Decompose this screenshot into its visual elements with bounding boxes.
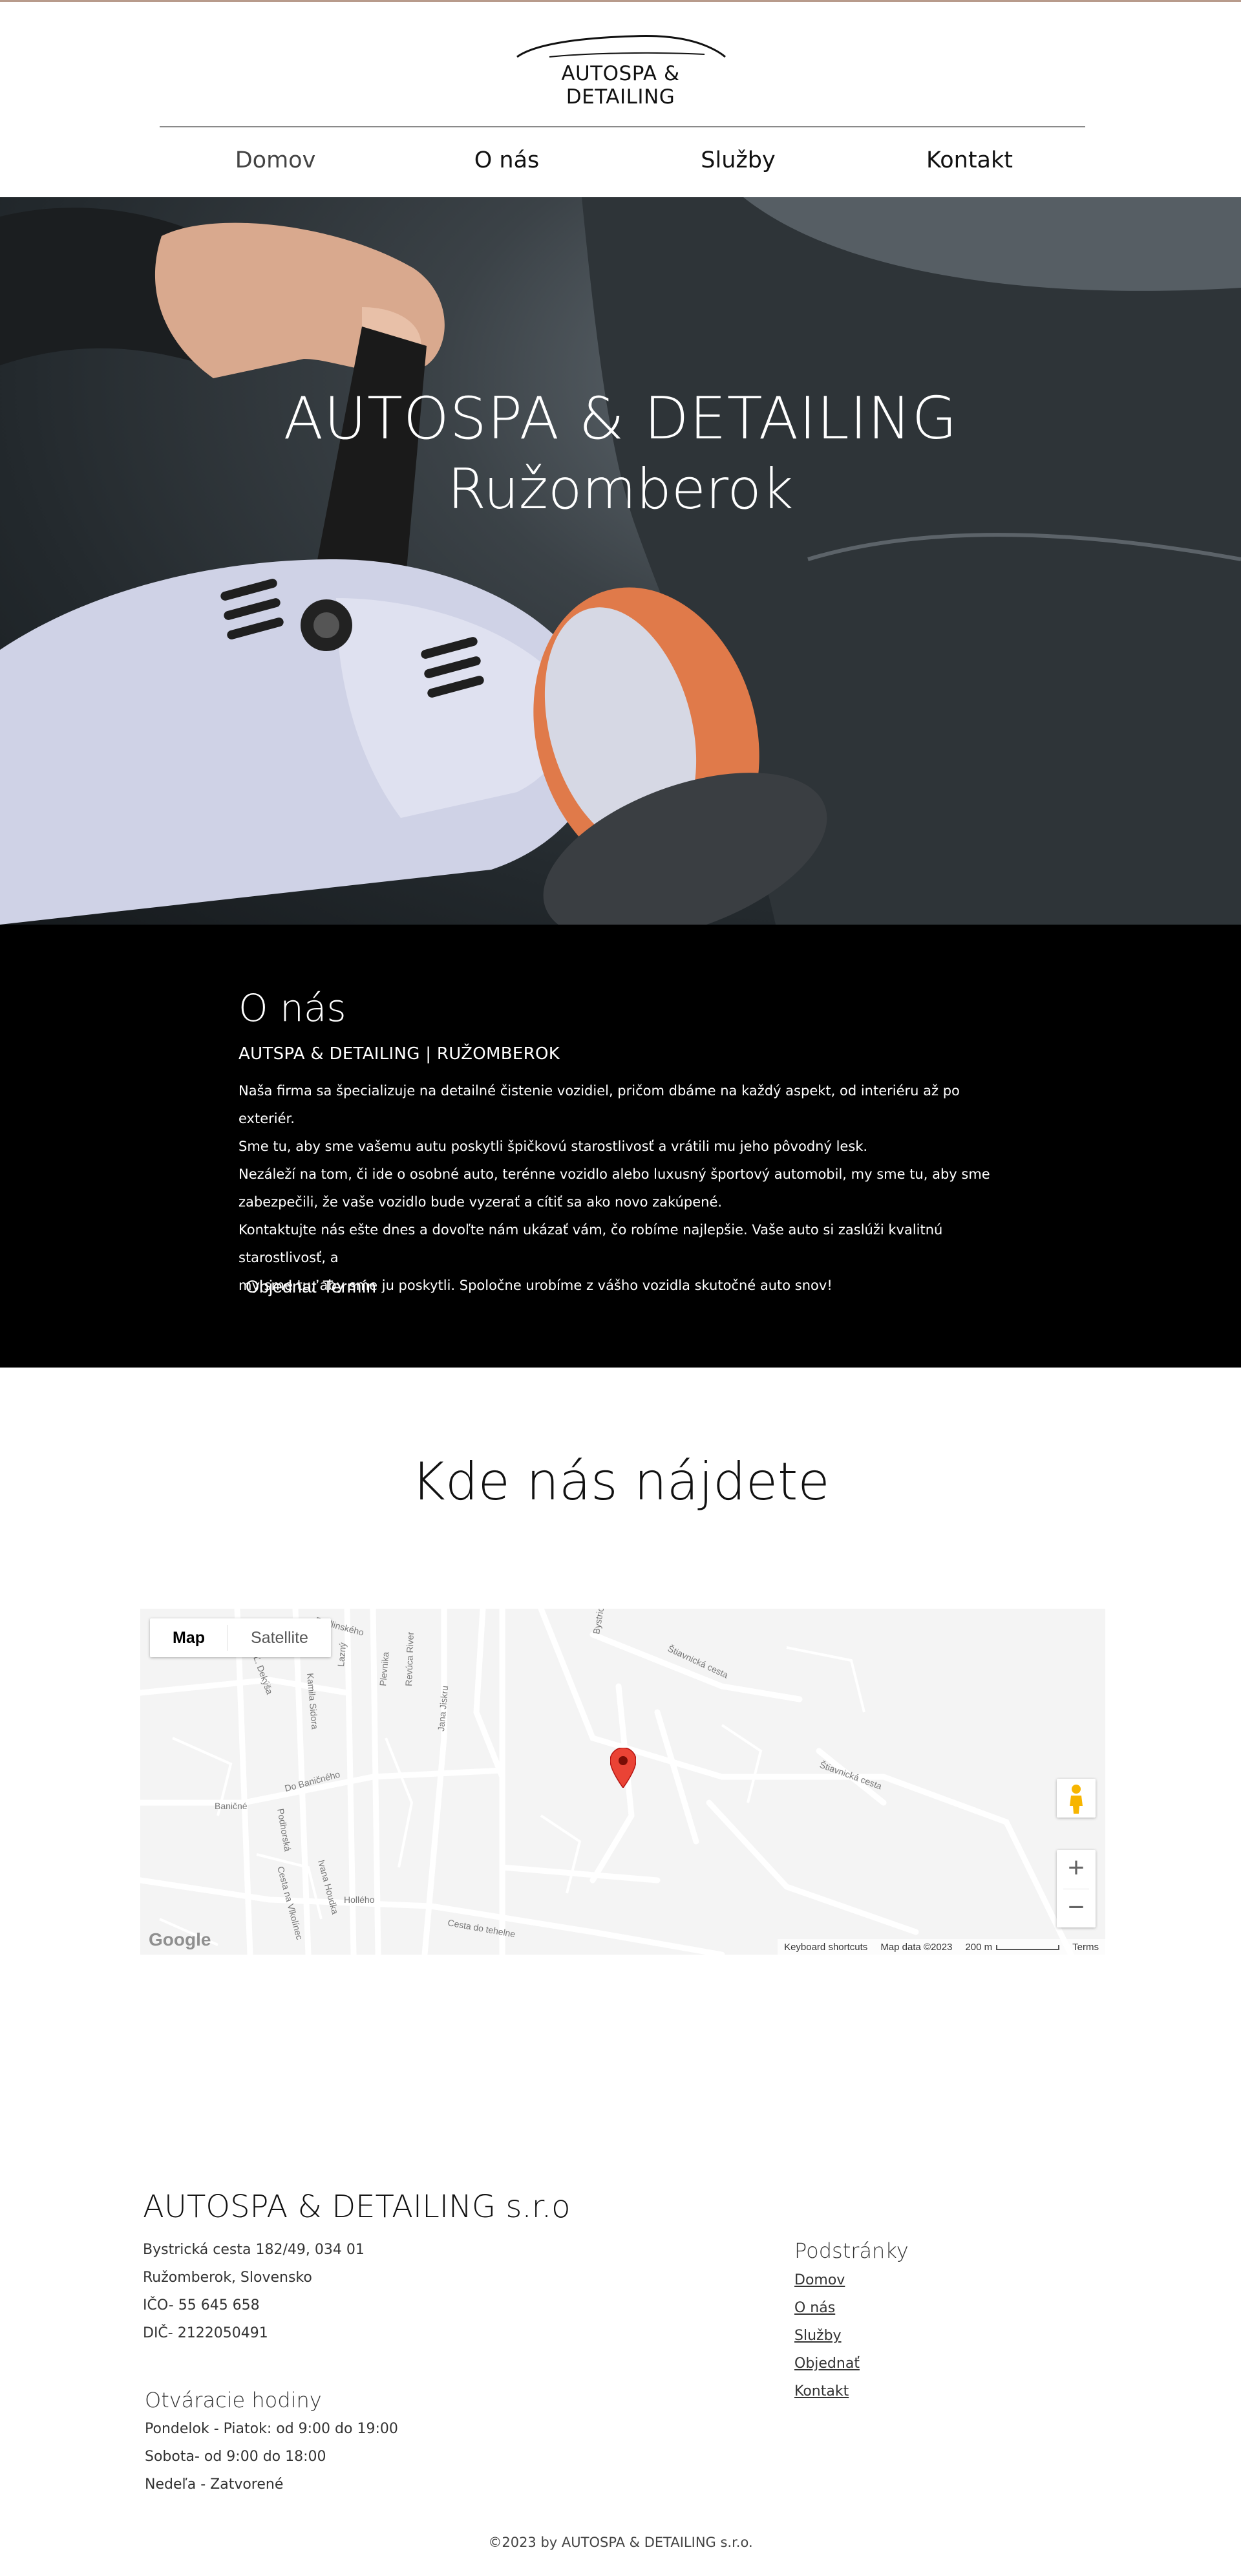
address-line: Bystrická cesta 182/49, 034 01 [143,2242,365,2258]
map-type-map-button[interactable]: Map [150,1618,228,1657]
nav-item-sluzby[interactable]: Služby [622,138,854,183]
terms-link[interactable]: Terms [1066,1942,1105,1953]
about-subtitle: AUTSPA & DETAILING | RUŽOMBEROK [239,1044,560,1064]
hours-line: Sobota- od 9:00 do 18:00 [145,2449,326,2465]
location-pin-icon[interactable] [610,1747,637,1790]
address-line: IČO- 55 645 658 [143,2297,260,2313]
car-silhouette-icon [516,35,726,58]
about-line: Sme tu, aby sme vašemu autu poskytli špi… [239,1139,868,1154]
footer-address: Bystrická cesta 182/49, 034 01 Ružombero… [143,2236,365,2347]
map-street-label: Baničné [215,1801,248,1811]
hours-line: Nedeľa - Zatvorené [145,2476,284,2493]
about-text: Naša firma sa špecializuje na detailné č… [239,1077,1014,1300]
opening-hours-title: Otváracie hodiny [145,2388,322,2412]
footer-brand: AUTOSPA & DETAILING s.r.o [143,2189,571,2225]
map-street-label: Hollého [344,1894,375,1905]
map-scale-label: 200 m [965,1941,993,1953]
map-type-toggle: Map Satellite [150,1618,331,1657]
book-appointment-button[interactable]: Objednať Termín [236,1271,386,1304]
nav-divider [160,126,1085,127]
about-line: zabezpečili, že vaše vozidlo bude vyzera… [239,1194,723,1210]
scale-bar [996,1944,1060,1950]
footer-link-objednat[interactable]: Objednať [794,2350,860,2377]
google-map[interactable]: Radlinského Ľ. Dekýša Kamila Sidora Lazn… [140,1609,1105,1955]
keyboard-shortcuts-link[interactable]: Keyboard shortcuts [778,1942,874,1953]
zoom-in-button[interactable]: + [1057,1850,1096,1889]
hero-banner: AUTOSPA & DETAILING Ružomberok [0,197,1241,925]
footer-link-domov[interactable]: Domov [794,2266,860,2294]
footer-link-o-nas[interactable]: O nás [794,2294,860,2322]
site-header: AUTOSPA & DETAILING Domov O nás Služby K… [0,2,1241,197]
hero-subtitle: Ružomberok [447,457,794,522]
footer-link-sluzby[interactable]: Služby [794,2322,860,2350]
subpages-list: Domov O nás Služby Objednať Kontakt [794,2266,860,2405]
map-street-label: Lazný [335,1642,348,1668]
zoom-controls: + − [1057,1850,1096,1927]
about-line: Naša firma sa špecializuje na detailné č… [239,1083,960,1126]
about-section: O nás AUTSPA & DETAILING | RUŽOMBEROK Na… [0,925,1241,1368]
subpages-title: Podstránky [794,2238,909,2263]
hero-title: AUTOSPA & DETAILING [283,385,958,453]
map-data-text: Map data ©2023 [880,1941,953,1953]
street-view-pegman-icon[interactable] [1057,1779,1096,1818]
about-line: Kontaktujte nás ešte dnes a dovoľte nám … [239,1222,943,1265]
map-street-label: Revúca River [403,1631,416,1686]
main-nav: Domov O nás Služby Kontakt [160,138,1085,183]
about-line: Nezáleží na tom, či ide o osobné auto, t… [239,1166,990,1182]
map-scale[interactable]: 200 m [959,1942,1066,1953]
polisher-photo [0,197,1241,925]
nav-item-kontakt[interactable]: Kontakt [854,138,1085,183]
address-line: DIČ- 2122050491 [143,2325,268,2341]
nav-item-o-nas[interactable]: O nás [391,138,622,183]
footer-link-kontakt[interactable]: Kontakt [794,2377,860,2405]
zoom-out-button[interactable]: − [1057,1889,1096,1928]
opening-hours: Pondelok - Piatok: od 9:00 do 19:00 Sobo… [145,2415,398,2498]
about-title: O nás [239,986,346,1030]
hours-line: Pondelok - Piatok: od 9:00 do 19:00 [145,2421,398,2437]
nav-item-domov[interactable]: Domov [160,138,391,183]
map-attribution-bar: Keyboard shortcuts Map data ©2023 200 m … [778,1939,1105,1955]
site-logo[interactable]: AUTOSPA & DETAILING [504,31,737,109]
map-type-satellite-button[interactable]: Satellite [228,1618,331,1657]
logo-text: AUTOSPA & DETAILING [561,62,680,109]
map-section-title: Kde nás nájdete [411,1452,830,1512]
google-logo[interactable]: Google [149,1929,211,1950]
copyright: ©2023 by AUTOSPA & DETAILING s.r.o. [488,2535,753,2550]
address-line: Ružomberok, Slovensko [143,2270,312,2286]
